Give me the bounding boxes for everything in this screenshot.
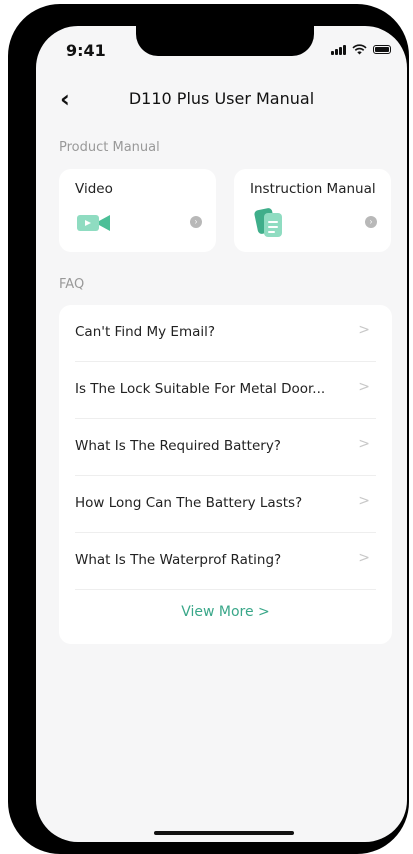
instruction-manual-card-arrow-icon: ›	[365, 216, 377, 228]
document-icon	[254, 208, 282, 237]
nav-bar: ‹ D110 Plus User Manual	[36, 84, 407, 114]
chevron-right-icon: >	[358, 550, 370, 566]
faq-item[interactable]: Can't Find My Email? >	[75, 305, 376, 362]
home-indicator[interactable]	[154, 831, 294, 835]
instruction-manual-card[interactable]: Instruction Manual ›	[234, 169, 391, 252]
status-icons	[331, 44, 391, 55]
faq-item[interactable]: How Long Can The Battery Lasts? >	[75, 476, 376, 533]
faq-question: What Is The Required Battery?	[75, 438, 281, 454]
chevron-right-icon: >	[358, 436, 370, 452]
video-camera-icon	[77, 215, 110, 231]
faq-question: Can't Find My Email?	[75, 324, 216, 340]
chevron-right-icon: >	[358, 379, 370, 395]
chevron-right-icon: >	[258, 604, 270, 620]
video-card[interactable]: Video ›	[59, 169, 216, 252]
cellular-signal-icon	[331, 44, 346, 55]
product-manual-label: Product Manual	[59, 140, 160, 155]
faq-question: What Is The Waterprof Rating?	[75, 552, 282, 568]
wifi-icon	[352, 44, 367, 55]
instruction-manual-card-label: Instruction Manual	[250, 181, 376, 197]
view-more-label: View More	[181, 604, 254, 620]
faq-item[interactable]: What Is The Waterprof Rating? >	[75, 533, 376, 590]
status-time: 9:41	[66, 41, 106, 60]
battery-icon	[373, 45, 391, 54]
faq-question: How Long Can The Battery Lasts?	[75, 495, 303, 511]
screen: 9:41 ‹ D110 Plus User Manual Product Man…	[36, 26, 407, 842]
video-card-arrow-icon: ›	[190, 216, 202, 228]
phone-frame: 9:41 ‹ D110 Plus User Manual Product Man…	[8, 4, 409, 854]
video-card-label: Video	[75, 181, 113, 197]
view-more-link[interactable]: View More >	[59, 604, 392, 620]
faq-item[interactable]: Is The Lock Suitable For Metal Door... >	[75, 362, 376, 419]
faq-label: FAQ	[59, 277, 85, 292]
chevron-right-icon: >	[358, 322, 370, 338]
faq-item[interactable]: What Is The Required Battery? >	[75, 419, 376, 476]
notch	[136, 26, 314, 56]
chevron-right-icon: >	[358, 493, 370, 509]
page-title: D110 Plus User Manual	[128, 89, 315, 108]
faq-question: Is The Lock Suitable For Metal Door...	[75, 381, 326, 397]
faq-list: Can't Find My Email? > Is The Lock Suita…	[59, 305, 392, 644]
